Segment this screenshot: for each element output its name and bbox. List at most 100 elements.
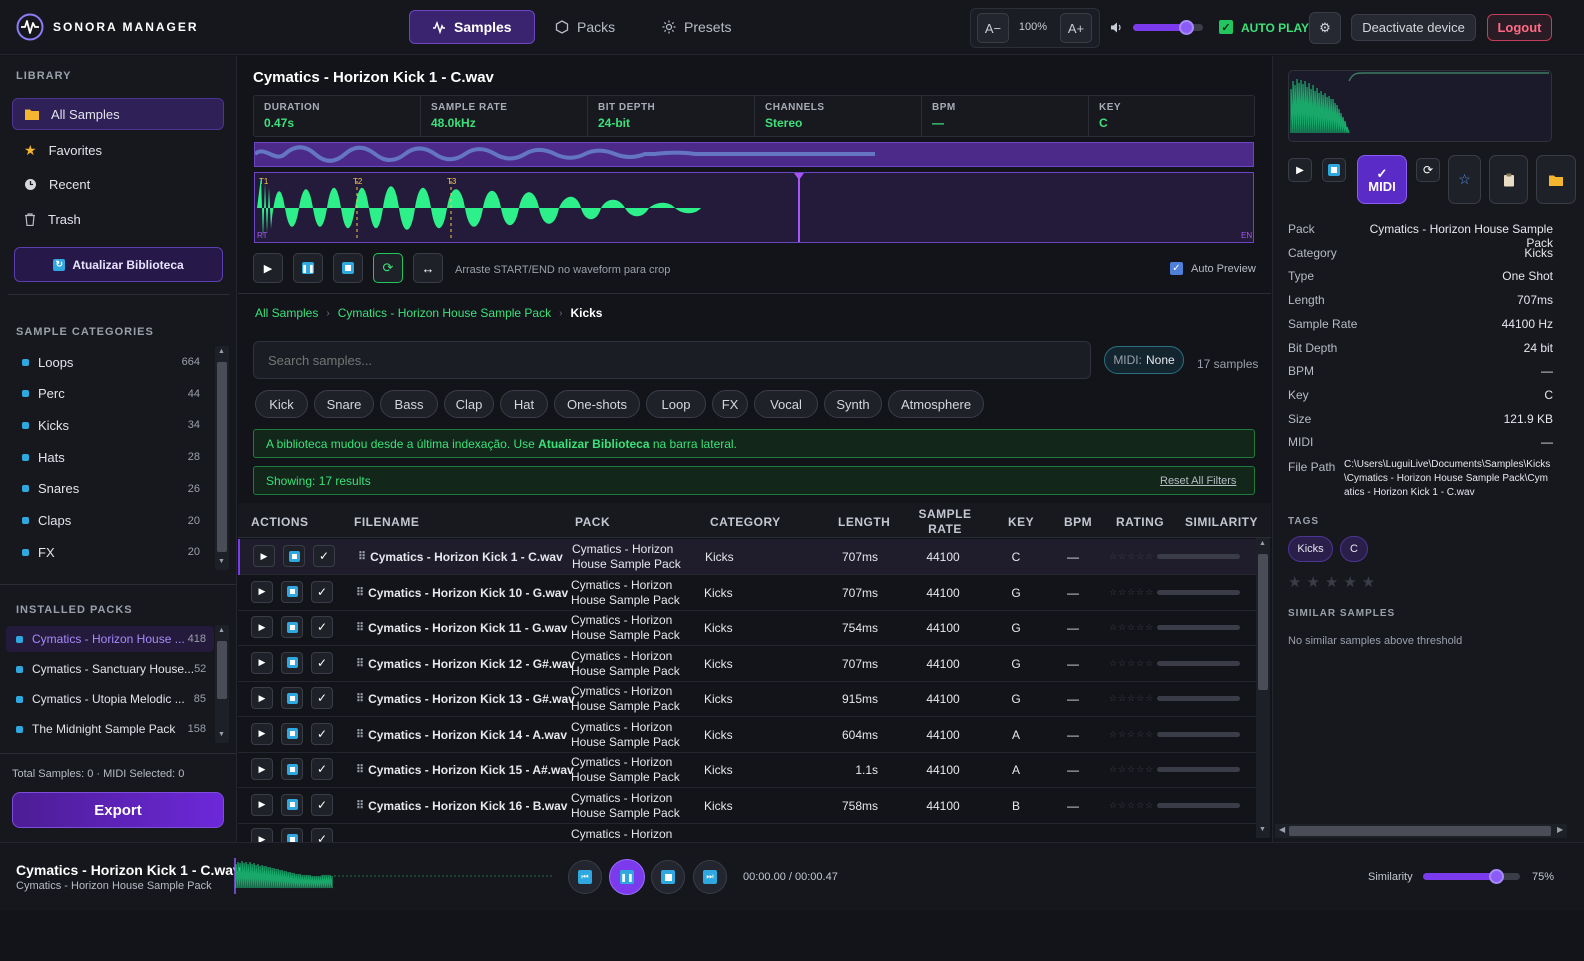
col-sample-rate[interactable]: SAMPLE RATE xyxy=(910,507,980,537)
refresh-library-button[interactable]: ↻ Atualizar Biblioteca xyxy=(14,247,223,282)
row-play-button[interactable]: ▶ xyxy=(253,545,275,567)
drag-handle-icon[interactable]: ⠿ xyxy=(356,763,364,777)
scroll-down-icon[interactable]: ▼ xyxy=(1259,826,1266,833)
scroll-thumb[interactable] xyxy=(217,362,227,552)
settings-button[interactable]: ⚙ xyxy=(1309,12,1341,44)
scroll-down-icon[interactable]: ▼ xyxy=(218,731,225,738)
scroll-up-icon[interactable]: ▲ xyxy=(1259,540,1266,547)
row-play-button[interactable]: ▶ xyxy=(251,722,273,745)
zoom-in-button[interactable]: A+ xyxy=(1060,13,1092,43)
table-row[interactable]: ▶ ✓ ⠿ Cymatics - Horizon Kick 12 - G#.wav Cy… xyxy=(238,646,1256,682)
drag-handle-icon[interactable]: ⠿ xyxy=(356,621,364,635)
table-row[interactable]: ▶ ✓ ⠿ Cymatics - Horizon Kick 14 - A.wav Cym… xyxy=(238,717,1256,753)
scroll-right-icon[interactable]: ▶ xyxy=(1557,825,1563,834)
detail-midi-button[interactable]: ✓ MIDI xyxy=(1357,155,1407,204)
export-button[interactable]: Export xyxy=(12,792,224,828)
tag-chip[interactable]: Kicks xyxy=(1288,536,1333,562)
row-stop-button[interactable] xyxy=(281,828,303,842)
category-item[interactable]: Claps 20 xyxy=(22,511,200,531)
drag-handle-icon[interactable]: ⠿ xyxy=(358,550,366,564)
detail-open-folder-button[interactable] xyxy=(1536,155,1576,204)
row-select-button[interactable]: ✓ xyxy=(311,722,333,745)
table-scrollbar[interactable]: ▲ ▼ xyxy=(1256,538,1270,838)
row-select-button[interactable]: ✓ xyxy=(313,545,335,567)
breadcrumb-pack[interactable]: Cymatics - Horizon House Sample Pack xyxy=(338,306,551,320)
table-row[interactable]: ▶ ✓ ⠿ Cymatics - Horizon Kick 11 - G.wav Cym… xyxy=(238,610,1256,646)
row-stop-button[interactable] xyxy=(281,651,303,674)
row-rating[interactable]: ☆☆☆☆☆ xyxy=(1109,658,1154,669)
col-length[interactable]: LENGTH xyxy=(838,515,890,529)
category-item[interactable]: Perc 44 xyxy=(22,384,200,404)
col-pack[interactable]: PACK xyxy=(575,515,610,529)
category-item[interactable]: Loops 664 xyxy=(22,352,200,372)
row-rating[interactable]: ☆☆☆☆☆ xyxy=(1109,587,1154,598)
detail-play-button[interactable]: ▶ xyxy=(1288,158,1312,182)
row-play-button[interactable]: ▶ xyxy=(251,758,273,780)
next-button[interactable]: ⏭ xyxy=(693,860,727,894)
detail-stop-button[interactable] xyxy=(1322,158,1346,182)
scroll-up-icon[interactable]: ▲ xyxy=(218,348,225,355)
filter-chip-bass[interactable]: Bass xyxy=(380,390,438,418)
search-input[interactable] xyxy=(253,341,1091,379)
table-row[interactable]: ▶ ✓ ⠿ Cymatics - Horizon Kick 10 - G.wav Cym… xyxy=(238,575,1256,611)
drag-handle-icon[interactable]: ⠿ xyxy=(356,657,364,671)
marker-t1[interactable]: T1 xyxy=(259,177,268,186)
row-play-button[interactable]: ▶ xyxy=(251,616,273,638)
marker-t2[interactable]: T2 xyxy=(353,177,362,186)
overview-waveform[interactable] xyxy=(254,142,1254,167)
table-row[interactable]: ▶ ✓ ⠿ Cymatics - Horizon Kick 13 - G#.wav Cy… xyxy=(238,681,1256,717)
pack-item[interactable]: Cymatics - Horizon House ... 418 xyxy=(6,626,214,652)
table-row-partial[interactable]: ▶ ✓ Cymatics - Horizon xyxy=(238,822,1256,842)
filter-chip-kick[interactable]: Kick xyxy=(255,390,308,418)
pack-item[interactable]: Cymatics - Utopia Melodic ... 85 xyxy=(6,686,214,712)
similarity-slider-thumb[interactable] xyxy=(1488,869,1504,884)
row-select-button[interactable]: ✓ xyxy=(311,758,333,780)
row-stop-button[interactable] xyxy=(281,758,303,780)
table-row[interactable]: ▶ ✓ ⠿ Cymatics - Horizon Kick 1 - C.wav Cyma… xyxy=(238,539,1256,575)
pack-item[interactable]: The Midnight Sample Pack 158 xyxy=(6,716,214,742)
row-play-button[interactable]: ▶ xyxy=(251,828,273,842)
preview-fit-button[interactable]: ↔ xyxy=(413,253,443,283)
category-item[interactable]: Hats 28 xyxy=(22,447,200,467)
drag-handle-icon[interactable]: ⠿ xyxy=(356,728,364,742)
packs-scrollbar[interactable]: ▲ ▼ xyxy=(215,625,229,743)
tab-presets[interactable]: Presets xyxy=(640,10,753,44)
scroll-left-icon[interactable]: ◀ xyxy=(1279,825,1285,834)
filter-chip-clap[interactable]: Clap xyxy=(444,390,494,418)
col-bpm[interactable]: BPM xyxy=(1064,515,1092,529)
row-play-button[interactable]: ▶ xyxy=(251,687,273,709)
preview-loop-button[interactable]: ⟳ xyxy=(373,253,403,283)
detail-rating-stars[interactable]: ★★★★★ xyxy=(1288,573,1380,591)
detail-favorite-button[interactable]: ☆ xyxy=(1448,155,1481,204)
previous-button[interactable]: ⏮ xyxy=(568,860,602,894)
row-stop-button[interactable] xyxy=(281,616,303,638)
volume-slider-thumb[interactable] xyxy=(1178,20,1194,35)
sidebar-item-favorites[interactable]: ★ Favorites xyxy=(12,134,224,166)
scroll-up-icon[interactable]: ▲ xyxy=(218,627,225,634)
auto-preview-checkbox[interactable]: ✓ xyxy=(1170,262,1183,275)
row-play-button[interactable]: ▶ xyxy=(251,580,273,603)
detail-loop-button[interactable]: ⟳ xyxy=(1416,158,1440,182)
row-rating[interactable]: ☆☆☆☆☆ xyxy=(1109,551,1154,562)
row-play-button[interactable]: ▶ xyxy=(251,651,273,674)
row-rating[interactable]: ☆☆☆☆☆ xyxy=(1109,764,1154,775)
midi-filter-toggle[interactable]: MIDI: None xyxy=(1104,346,1184,374)
category-item[interactable]: Kicks 34 xyxy=(22,415,200,435)
row-select-button[interactable]: ✓ xyxy=(311,793,333,816)
preview-stop-button[interactable] xyxy=(333,253,363,283)
zoom-out-button[interactable]: A− xyxy=(977,13,1009,43)
drag-handle-icon[interactable]: ⠿ xyxy=(356,586,364,600)
sidebar-item-trash[interactable]: Trash xyxy=(12,203,224,235)
col-key[interactable]: KEY xyxy=(1008,515,1034,529)
crop-end-handle[interactable]: EN xyxy=(1241,231,1252,240)
filter-chip-atmosphere[interactable]: Atmosphere xyxy=(888,390,984,418)
row-play-button[interactable]: ▶ xyxy=(251,793,273,816)
tag-chip[interactable]: C xyxy=(1340,536,1368,562)
pause-button[interactable]: ❚❚ xyxy=(609,859,645,895)
category-item[interactable]: FX 20 xyxy=(22,542,200,562)
row-select-button[interactable]: ✓ xyxy=(311,651,333,674)
row-rating[interactable]: ☆☆☆☆☆ xyxy=(1109,800,1154,811)
scroll-thumb[interactable] xyxy=(1258,554,1268,690)
main-waveform[interactable]: T1 T2 T3 RT EN xyxy=(254,172,1254,243)
crop-start-handle[interactable]: RT xyxy=(257,231,268,240)
